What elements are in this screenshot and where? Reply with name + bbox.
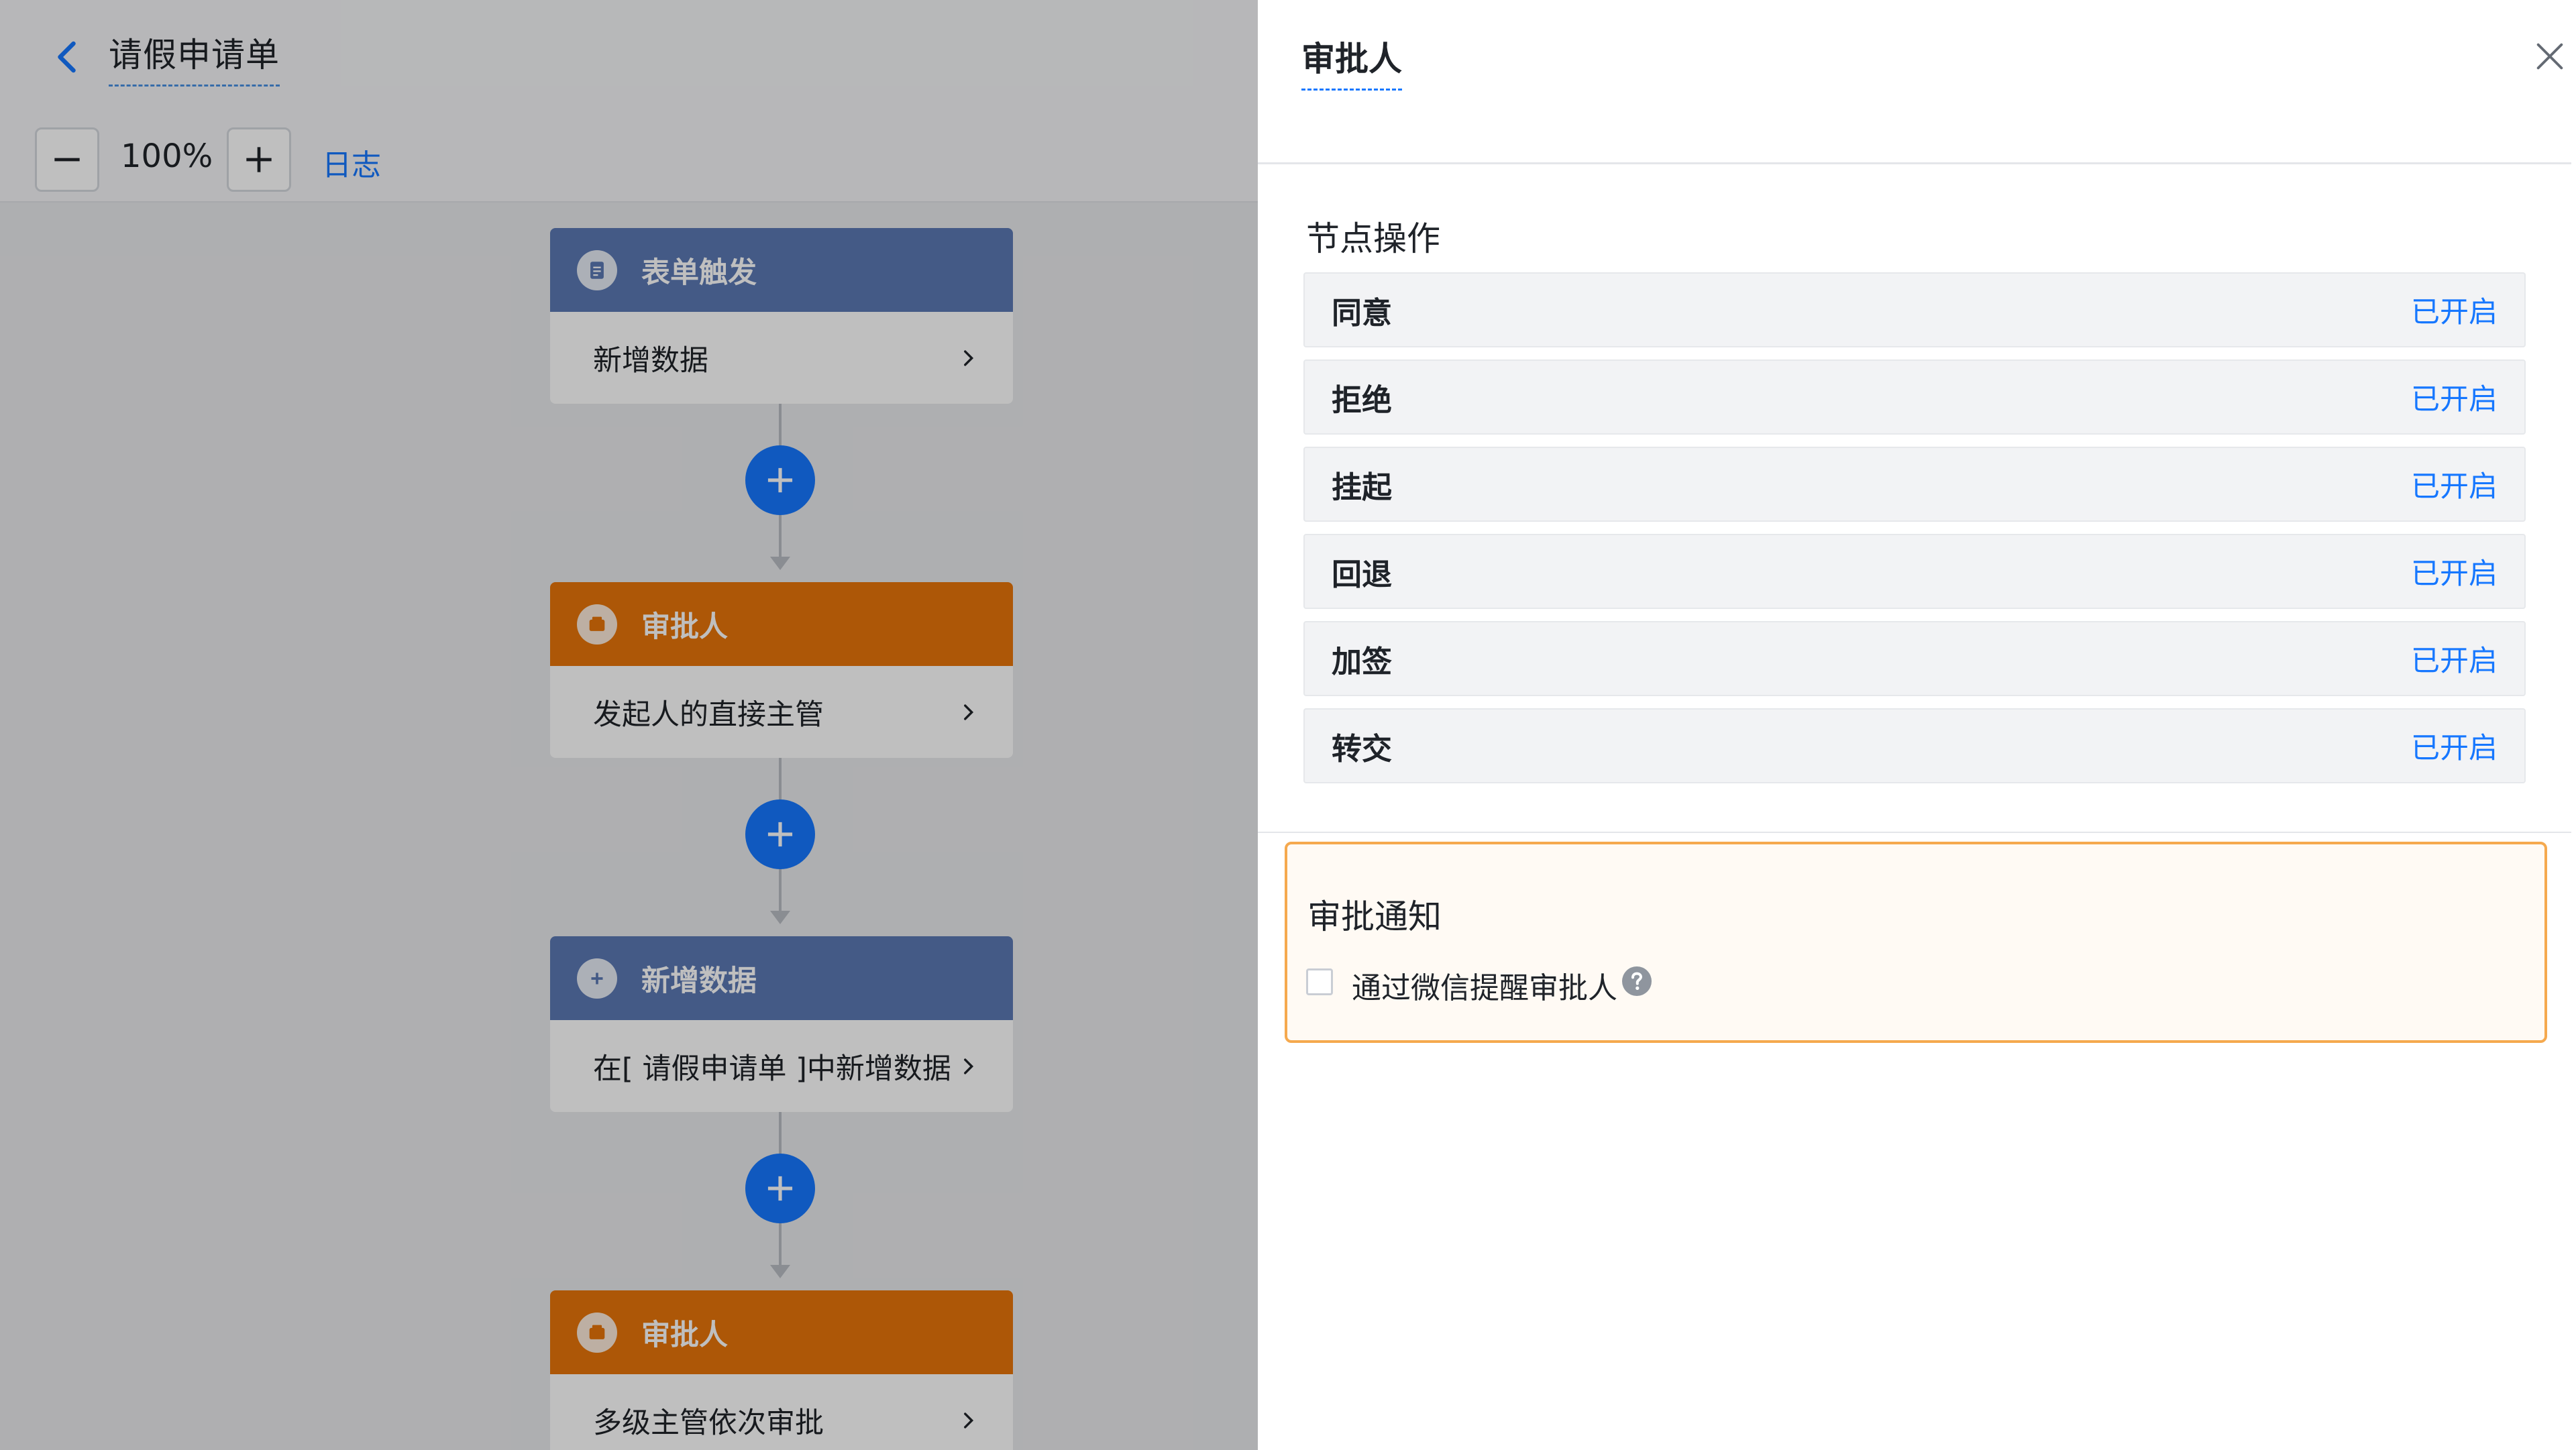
arrow-down-icon	[770, 911, 790, 924]
node-detail: 多级主管依次审批	[593, 1406, 824, 1440]
node-title: 审批人	[641, 1318, 728, 1352]
add-data-icon	[577, 958, 617, 999]
operation-status[interactable]: 已开启	[2411, 463, 2498, 505]
minus-icon	[54, 158, 80, 162]
workflow-node-approver[interactable]: 审批人 发起人的直接主管	[550, 582, 1013, 758]
approver-icon	[577, 1312, 617, 1353]
operation-status[interactable]: 已开启	[2411, 551, 2498, 592]
node-header: 审批人	[550, 582, 1013, 666]
plus-icon	[767, 1176, 793, 1201]
chevron-right-icon	[964, 1412, 974, 1429]
node-detail: 发起人的直接主管	[593, 698, 824, 732]
workflow-node-approver-multilevel[interactable]: 审批人 多级主管依次审批	[550, 1290, 1013, 1450]
operation-row-suspend[interactable]: 挂起 已开启	[1303, 447, 2526, 522]
operation-name: 挂起	[1332, 469, 1393, 505]
node-body[interactable]: 新增数据	[550, 312, 1013, 404]
operation-status[interactable]: 已开启	[2411, 638, 2498, 679]
workflow-node-add-data[interactable]: 新增数据 在[ 请假申请单 ]中新增数据	[550, 936, 1013, 1112]
arrow-down-icon	[770, 1265, 790, 1278]
approver-settings-drawer: 审批人 节点操作 同意 已开启 拒绝 已开启 挂起 已开启 回退 已开启 加签 …	[1258, 0, 2576, 1450]
form-icon	[577, 249, 617, 290]
arrow-down-icon	[770, 557, 790, 570]
approval-notification-section: 审批通知 通过微信提醒审批人	[1285, 842, 2547, 1043]
node-detail: 新增数据	[593, 343, 708, 378]
chevron-right-icon	[964, 704, 974, 720]
operation-name: 加签	[1332, 643, 1393, 679]
add-node-button[interactable]	[745, 799, 815, 869]
zoom-out-button[interactable]	[35, 127, 99, 192]
operation-row-reject[interactable]: 拒绝 已开启	[1303, 359, 2526, 435]
workflow-node-form-trigger[interactable]: 表单触发 新增数据	[550, 228, 1013, 404]
log-link[interactable]: 日志	[322, 141, 381, 184]
operation-status[interactable]: 已开启	[2411, 289, 2498, 331]
node-header: 表单触发	[550, 228, 1013, 312]
node-title: 表单触发	[641, 256, 757, 290]
close-icon[interactable]	[2532, 39, 2567, 74]
node-header: 审批人	[550, 1290, 1013, 1374]
zoom-in-button[interactable]	[227, 127, 291, 192]
node-body[interactable]: 多级主管依次审批	[550, 1374, 1013, 1450]
operation-status[interactable]: 已开启	[2411, 725, 2498, 767]
operation-name: 回退	[1332, 556, 1393, 592]
operation-name: 转交	[1332, 730, 1393, 767]
operation-name: 拒绝	[1332, 382, 1393, 418]
node-title: 审批人	[641, 610, 728, 644]
approver-icon	[577, 604, 617, 645]
operation-row-add-signer[interactable]: 加签 已开启	[1303, 621, 2526, 696]
divider	[1258, 162, 2571, 164]
node-body[interactable]: 在[ 请假申请单 ]中新增数据	[550, 1020, 1013, 1112]
wechat-notify-label[interactable]: 通过微信提醒审批人	[1352, 964, 1617, 1007]
operation-name: 同意	[1332, 294, 1393, 331]
section-title-node-operations: 节点操作	[1306, 219, 1440, 258]
top-bar: 请假申请单	[0, 0, 1258, 117]
node-detail: 在[ 请假申请单 ]中新增数据	[593, 1052, 951, 1086]
page-title[interactable]: 请假申请单	[109, 28, 280, 87]
operation-row-agree[interactable]: 同意 已开启	[1303, 272, 2526, 347]
plus-icon	[767, 822, 793, 847]
operation-row-return[interactable]: 回退 已开启	[1303, 534, 2526, 609]
back-arrow-icon[interactable]	[48, 37, 89, 77]
zoom-level: 100%	[121, 137, 213, 175]
add-node-button[interactable]	[745, 1154, 815, 1223]
workflow-canvas: 请假申请单 100% 日志 表单触发 新增数据 审批人 发起人的直接主管 新增数…	[0, 0, 1258, 1450]
section-title-approval-notification: 审批通知	[1307, 897, 1442, 936]
drawer-title[interactable]: 审批人	[1301, 32, 1402, 91]
plus-icon	[767, 467, 793, 493]
chevron-right-icon	[964, 1058, 974, 1074]
wechat-notify-checkbox[interactable]	[1306, 968, 1333, 995]
node-header: 新增数据	[550, 936, 1013, 1020]
node-body[interactable]: 发起人的直接主管	[550, 666, 1013, 758]
operation-status[interactable]: 已开启	[2411, 376, 2498, 418]
divider	[1258, 832, 2571, 833]
add-node-button[interactable]	[745, 445, 815, 515]
plus-icon	[246, 147, 272, 172]
operation-row-transfer[interactable]: 转交 已开启	[1303, 708, 2526, 783]
chevron-right-icon	[964, 349, 974, 366]
node-title: 新增数据	[641, 964, 757, 998]
question-mark-icon[interactable]	[1621, 965, 1653, 997]
